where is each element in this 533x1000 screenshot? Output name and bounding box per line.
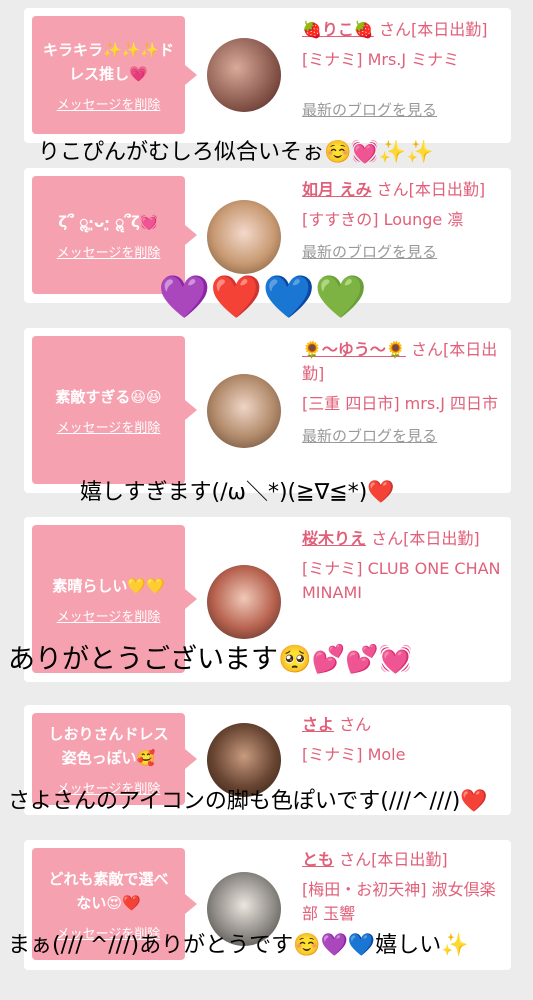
message-text: 素晴らしい💛💛 (52, 576, 165, 595)
message-text: 素敵すぎる😆😆 (55, 387, 162, 406)
latest-blog-link[interactable]: 最新のブログを見る (302, 424, 505, 448)
message-text: どれも素敵で選べない😍❤️ (48, 869, 169, 912)
sender-info: 如月 えみ さん[本日出勤] [すすきの] Lounge 凛 最新のブログを見る (302, 178, 505, 264)
sender-name-link[interactable]: 桜木りえ (302, 529, 366, 548)
shop-name: [梅田・お初天神] 淑女倶楽部 玉響 (302, 880, 496, 923)
avatar[interactable] (207, 374, 281, 448)
message-text: しおりさんドレス姿色っぽい🥰 (48, 724, 169, 767)
delete-message-link[interactable]: メッセージを削除 (57, 242, 161, 261)
reply-text: さよさんのアイコンの脚も色ぽいです(///^///)❤️ (8, 789, 488, 814)
sender-name-link[interactable]: さよ (302, 715, 334, 734)
sender-info: とも さん[本日出勤] [梅田・お初天神] 淑女倶楽部 玉響 (302, 848, 505, 926)
sender-name-link[interactable]: とも (302, 850, 334, 869)
sender-status: さん[本日出勤] (339, 850, 448, 869)
sender-name-link[interactable]: 如月 えみ (302, 180, 372, 199)
latest-blog-link[interactable]: 最新のブログを見る (302, 240, 505, 264)
avatar[interactable] (207, 38, 281, 112)
shop-name: [すすきの] Lounge 凛 (302, 210, 464, 229)
avatar[interactable] (207, 565, 281, 639)
shop-name: [三重 四日市] mrs.J 四日市 (302, 394, 499, 413)
sender-status: さん (339, 715, 372, 734)
sender-status: さん[本日出勤] (376, 180, 486, 199)
message-bubble: 素敵すぎる😆😆 メッセージを削除 (32, 336, 197, 484)
delete-message-link[interactable]: メッセージを削除 (57, 94, 161, 113)
sender-info: 🌻〜ゆう〜🌻 さん[本日出勤] [三重 四日市] mrs.J 四日市 最新のブロ… (302, 338, 505, 448)
sender-status: さん[本日出勤] (371, 529, 480, 548)
reply-text: 💜❤️💙💚 (158, 272, 368, 321)
message-card: キラキラ✨✨✨ドレス推し💗 メッセージを削除 🍓りこ🍓 さん[本日出勤] [ミナ… (24, 8, 511, 143)
message-bubble: キラキラ✨✨✨ドレス推し💗 メッセージを削除 (32, 16, 197, 134)
shop-name: [ミナミ] Mole (302, 745, 406, 764)
sender-status: さん[本日出勤] (378, 20, 488, 39)
sender-name-link[interactable]: 🍓りこ🍓 (302, 20, 374, 39)
sender-info: さよ さん [ミナミ] Mole (302, 713, 505, 767)
avatar[interactable] (207, 200, 281, 274)
sender-info: 🍓りこ🍓 さん[本日出勤] [ミナミ] Mrs.J ミナミ 最新のブログを見る (302, 18, 505, 122)
sender-info: 桜木りえ さん[本日出勤] [ミナミ] CLUB ONE CHAN MINAMI (302, 527, 505, 605)
sender-name-link[interactable]: 🌻〜ゆう〜🌻 (302, 340, 406, 359)
reply-text: まぁ(/// ^///)ありがとうです☺️💜💙嬉しい✨ (8, 933, 469, 958)
latest-blog-link[interactable]: 最新のブログを見る (302, 98, 505, 122)
message-card: 素敵すぎる😆😆 メッセージを削除 🌻〜ゆう〜🌻 さん[本日出勤] [三重 四日市… (24, 328, 511, 493)
reply-text: りこぴんがむしろ似合いそぉ☺️💓✨✨ (38, 140, 434, 165)
message-text: キラキラ✨✨✨ドレス推し💗 (42, 40, 175, 83)
delete-message-link[interactable]: メッセージを削除 (57, 606, 161, 625)
delete-message-link[interactable]: メッセージを削除 (57, 417, 161, 436)
reply-text: 嬉しすぎます(/ω＼*)(≧∇≦*)❤️ (80, 480, 395, 505)
message-text: ζ՞ ॢ·͈ᴗ·͈ ॢ՞ζ💓 (58, 212, 159, 231)
reply-text: ありがとうございます🥺💕💕💓 (8, 644, 413, 675)
shop-name: [ミナミ] CLUB ONE CHAN MINAMI (302, 559, 501, 602)
shop-name: [ミナミ] Mrs.J ミナミ (302, 50, 460, 69)
